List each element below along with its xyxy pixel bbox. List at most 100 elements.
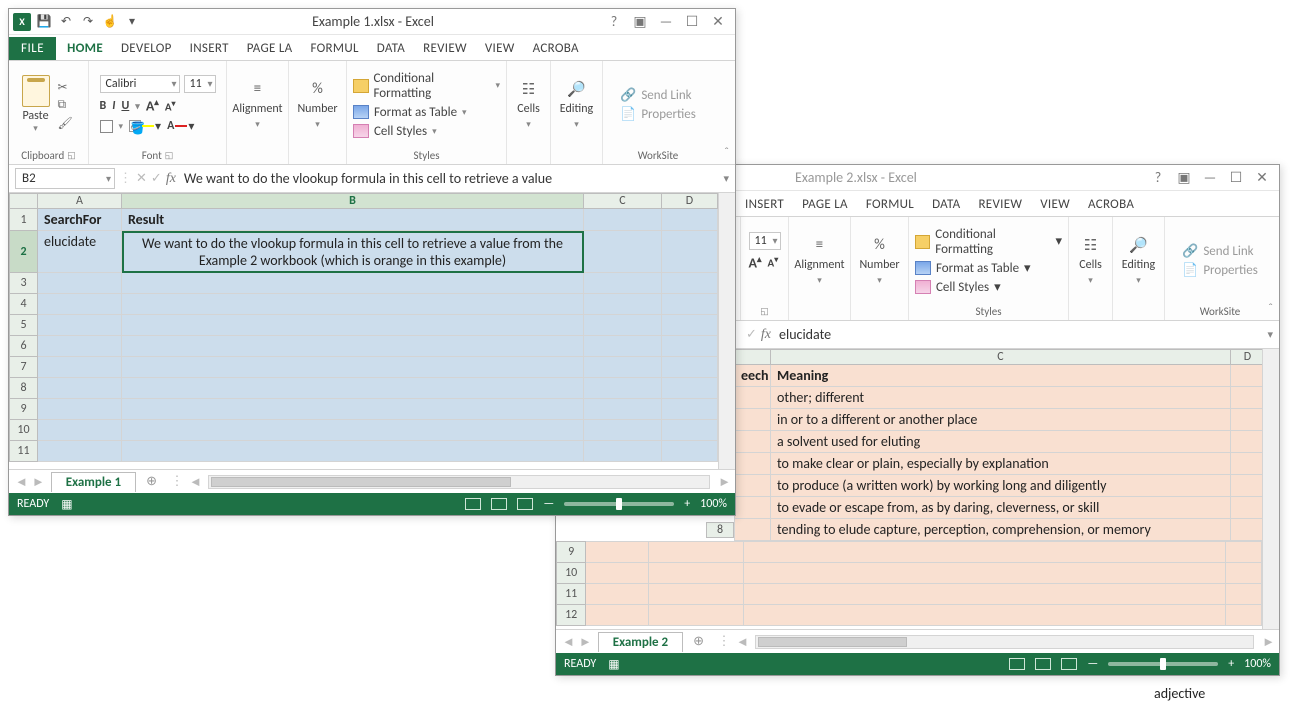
increase-font-icon[interactable]: A▴	[146, 97, 159, 115]
send-link-button[interactable]: 🔗Send Link	[620, 88, 691, 103]
tab-formulas[interactable]: FORMUL	[857, 193, 923, 216]
tab-acrobat[interactable]: ACROBA	[1079, 193, 1143, 216]
redo-icon[interactable]: ↷	[79, 13, 97, 31]
tab-data[interactable]: DATA	[923, 193, 969, 216]
ribbon-options-icon[interactable]: ▣	[631, 13, 649, 31]
sheet-nav-next-icon[interactable]: ►	[32, 474, 45, 490]
properties-button[interactable]: 📄Properties	[1182, 263, 1258, 278]
format-painter-icon[interactable]: 🖌	[58, 116, 76, 130]
sheet-tab-example2[interactable]: Example 2	[598, 632, 683, 652]
col-header-d[interactable]: D	[1231, 350, 1263, 365]
italic-button[interactable]: I	[112, 99, 115, 113]
send-link-button[interactable]: 🔗Send Link	[1182, 244, 1253, 259]
row-header-6[interactable]: 6	[10, 336, 38, 357]
row-header-1[interactable]: 1	[10, 209, 38, 231]
cell-c2[interactable]: other; different	[771, 387, 1231, 409]
tab-formulas[interactable]: FORMUL	[301, 37, 367, 60]
help-icon[interactable]: ?	[605, 13, 623, 31]
decrease-font-icon[interactable]: A▾	[165, 99, 176, 114]
hscroll-left-icon[interactable]: ◄	[734, 634, 751, 650]
formula-input[interactable]	[775, 324, 1263, 345]
cell-b1-partial[interactable]: eech	[735, 365, 771, 387]
zoom-level[interactable]: 100%	[700, 497, 727, 511]
increase-font-icon[interactable]: A▴	[749, 254, 762, 272]
fill-color-button[interactable]: 🪣▾	[129, 119, 161, 134]
cell-b1[interactable]: Result	[122, 209, 584, 231]
grid[interactable]: A B C D 1 SearchFor Result 2 elucidate W…	[9, 193, 735, 469]
zoom-slider[interactable]	[564, 502, 674, 506]
zoom-out-icon[interactable]: —	[543, 497, 554, 511]
macro-record-icon[interactable]: ▦	[608, 657, 619, 672]
maximize-icon[interactable]: ☐	[1227, 169, 1245, 187]
ribbon-options-icon[interactable]: ▣	[1175, 169, 1193, 187]
format-as-table-button[interactable]: Format as Table ▾	[353, 105, 467, 120]
page-break-view-icon[interactable]	[517, 498, 533, 510]
tab-insert[interactable]: INSERT	[181, 37, 238, 60]
cancel-formula-icon[interactable]: ✕	[136, 171, 147, 186]
zoom-slider[interactable]	[1108, 662, 1218, 666]
decrease-font-icon[interactable]: A▾	[768, 255, 779, 270]
row-header-3[interactable]: 3	[10, 273, 38, 294]
cell-d1[interactable]	[662, 209, 718, 231]
save-icon[interactable]: 💾	[35, 13, 53, 31]
help-icon[interactable]: ?	[1149, 169, 1167, 187]
row-header-8[interactable]: 8	[706, 522, 734, 538]
editing-button[interactable]: 🔎 Editing ▾	[560, 79, 593, 130]
add-sheet-button[interactable]: ⊕	[683, 634, 714, 649]
properties-button[interactable]: 📄Properties	[620, 107, 696, 122]
cell-c5[interactable]: to make clear or plain, especially by ex…	[771, 453, 1231, 475]
hscroll-right-icon[interactable]: ►	[714, 474, 735, 490]
cell-c3[interactable]: in or to a different or another place	[771, 409, 1231, 431]
cells-button[interactable]: ☷Cells▾	[1079, 235, 1102, 286]
normal-view-icon[interactable]	[1009, 658, 1025, 670]
bold-button[interactable]: B	[100, 99, 107, 113]
page-break-view-icon[interactable]	[1061, 658, 1077, 670]
conditional-formatting-button[interactable]: Conditional Formatting ▾	[353, 71, 500, 101]
col-header-c[interactable]: C	[771, 350, 1231, 365]
row-header-9[interactable]: 9	[10, 399, 38, 420]
select-all-corner[interactable]	[10, 194, 38, 209]
formula-input[interactable]	[180, 168, 720, 189]
number-button[interactable]: %Number▾	[859, 235, 899, 286]
sheet-nav-next-icon[interactable]: ►	[579, 634, 592, 650]
row-header-2[interactable]: 2	[10, 231, 38, 273]
page-layout-view-icon[interactable]	[491, 498, 507, 510]
row-header-4[interactable]: 4	[10, 294, 38, 315]
normal-view-icon[interactable]	[465, 498, 481, 510]
tab-view[interactable]: VIEW	[1031, 193, 1079, 216]
underline-button[interactable]: U	[121, 99, 129, 113]
cut-icon[interactable]: ✂	[58, 80, 76, 94]
page-layout-view-icon[interactable]	[1035, 658, 1051, 670]
cell-a2[interactable]: elucidate	[38, 231, 122, 273]
row-header-11[interactable]: 11	[557, 584, 586, 605]
maximize-icon[interactable]: ☐	[683, 13, 701, 31]
paste-button[interactable]: Paste ▾	[22, 75, 50, 134]
cell-c6[interactable]: to produce (a written work) by working l…	[771, 475, 1231, 497]
vertical-scrollbar[interactable]	[1262, 349, 1279, 629]
font-dialog-icon[interactable]: ◱	[760, 306, 769, 317]
tab-pagelayout[interactable]: PAGE LA	[238, 37, 302, 60]
vertical-scrollbar[interactable]	[718, 193, 735, 469]
zoom-in-icon[interactable]: +	[1228, 657, 1234, 671]
editing-button[interactable]: 🔎Editing▾	[1122, 235, 1155, 286]
tab-file[interactable]: FILE	[9, 37, 56, 60]
cell-b2-selected[interactable]: We want to do the vlookup formula in thi…	[122, 231, 584, 273]
font-color-button[interactable]: A▾	[167, 119, 194, 134]
borders-button[interactable]	[100, 120, 113, 133]
undo-icon[interactable]: ↶	[57, 13, 75, 31]
fx-icon[interactable]: fx	[761, 327, 771, 343]
row-header-10[interactable]: 10	[557, 563, 586, 584]
zoom-level[interactable]: 100%	[1244, 657, 1271, 671]
cell-a1[interactable]: SearchFor	[38, 209, 122, 231]
close-icon[interactable]: ✕	[709, 13, 727, 31]
collapse-ribbon-icon[interactable]: ˆ	[724, 146, 729, 160]
col-header-c[interactable]: C	[584, 194, 662, 209]
minimize-icon[interactable]: —	[657, 13, 675, 31]
alignment-button[interactable]: ≡Alignment▾	[794, 235, 844, 286]
row-header-12[interactable]: 12	[557, 605, 586, 626]
cell-styles-button[interactable]: Cell Styles ▾	[915, 280, 1001, 295]
font-size-select[interactable]: 11	[184, 75, 216, 93]
cell-c4[interactable]: a solvent used for eluting	[771, 431, 1231, 453]
conditional-formatting-button[interactable]: Conditional Formatting ▾	[915, 227, 1062, 257]
col-header-b[interactable]: B	[122, 194, 584, 209]
